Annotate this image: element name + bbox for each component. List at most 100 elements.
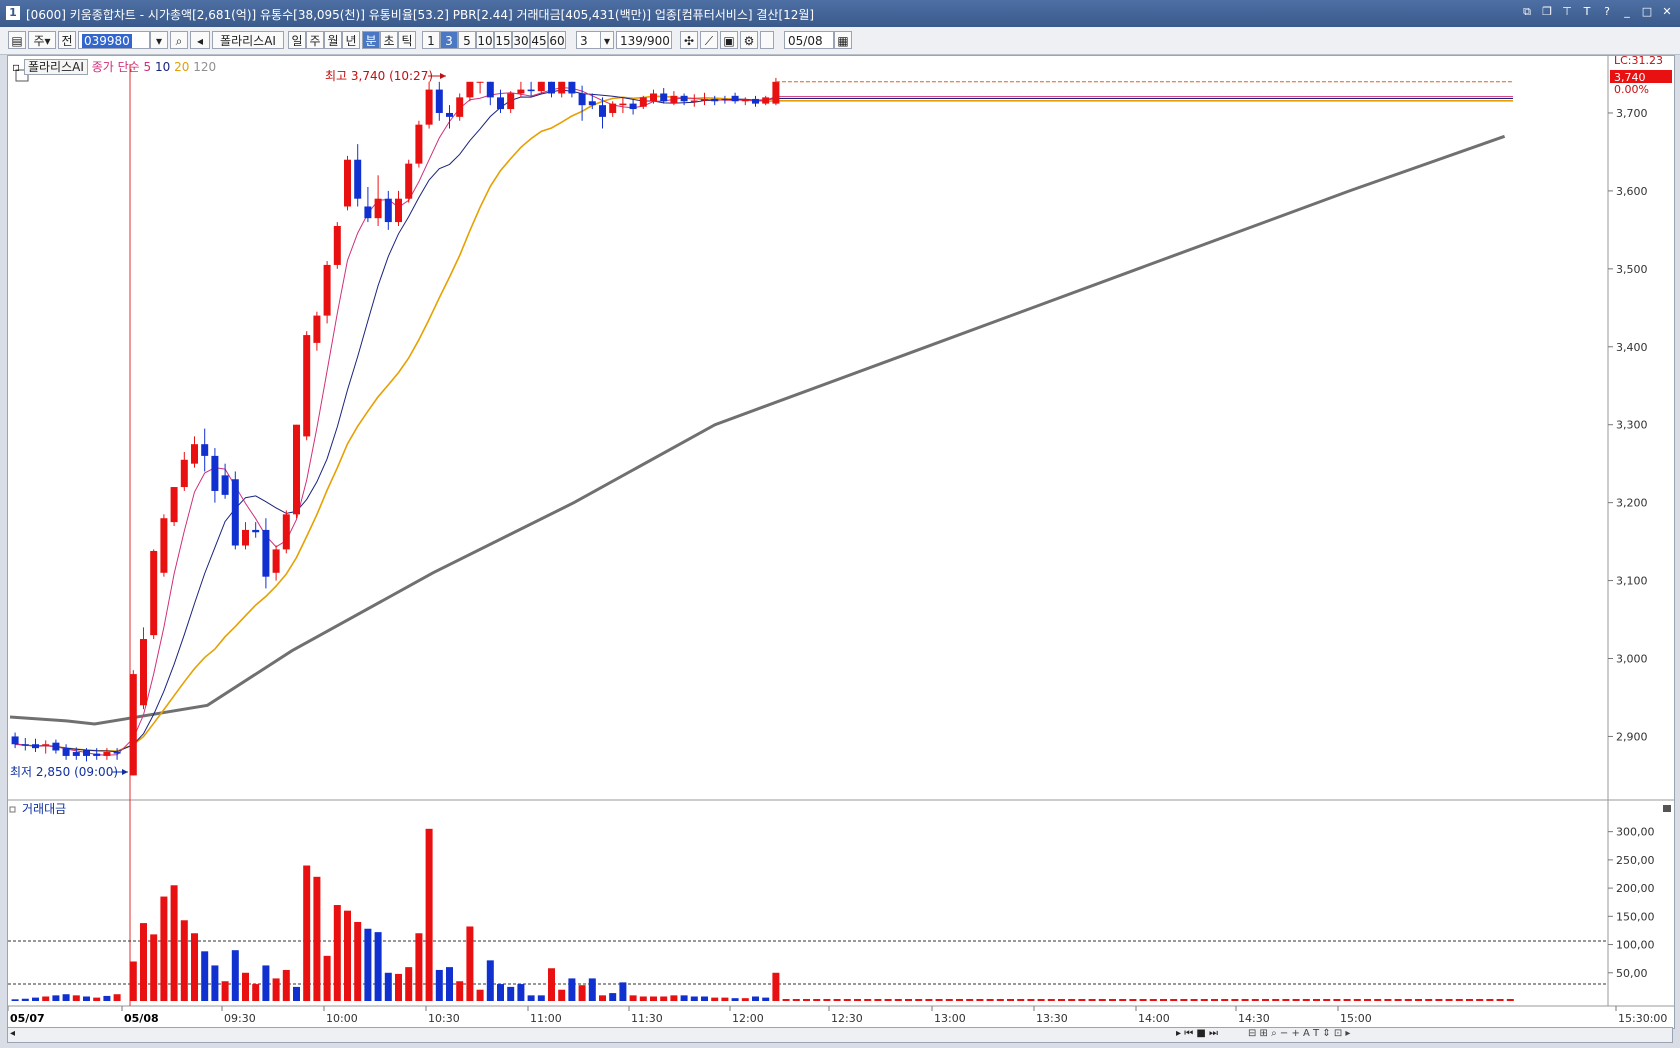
count-total: /900 xyxy=(642,34,670,48)
search-icon[interactable]: ⌕ xyxy=(170,31,188,49)
market-select[interactable]: 주▾ xyxy=(28,31,56,49)
chart-svg[interactable]: 3,700 3,600 3,500 3,400 3,300 3,200 3,100 3,000… xyxy=(7,54,1674,1028)
tab-second[interactable]: 초 xyxy=(380,31,398,49)
volume-bar xyxy=(690,996,698,1001)
prev-button[interactable]: 전 xyxy=(58,31,76,49)
volume-bar-empty xyxy=(1425,999,1433,1001)
candle-body xyxy=(711,98,719,102)
legend-ma-label[interactable]: 종가 단순 xyxy=(92,60,140,74)
volume-bar-empty xyxy=(1098,999,1106,1001)
scroll-left-icon[interactable]: ◂ xyxy=(10,1028,15,1039)
candle-body xyxy=(599,105,606,117)
volume-bar xyxy=(486,960,494,1001)
legend-ma20[interactable]: 20 xyxy=(174,60,189,74)
candle-body xyxy=(731,95,739,102)
date-checkbox[interactable] xyxy=(760,31,774,49)
tab-month[interactable]: 월 xyxy=(324,31,342,49)
font-icon[interactable]: T xyxy=(1580,5,1594,19)
candle-body xyxy=(293,424,300,515)
tab-week[interactable]: 주 xyxy=(306,31,324,49)
interval-5[interactable]: 5 xyxy=(458,31,476,49)
maximize-button[interactable]: □ xyxy=(1640,5,1654,19)
interval-45[interactable]: 45 xyxy=(530,31,548,49)
candle-body xyxy=(517,89,525,94)
volume-bar-empty xyxy=(1027,999,1035,1001)
legend-ma10[interactable]: 10 xyxy=(155,60,170,74)
cascade-icon[interactable]: ❐ xyxy=(1540,5,1554,19)
legend-ma5[interactable]: 5 xyxy=(144,60,152,74)
candle-body xyxy=(52,742,60,751)
legend-stock-name[interactable]: 폴라리스AI xyxy=(23,59,88,75)
legend-ma120[interactable]: 120 xyxy=(193,60,216,74)
volume-bar-empty xyxy=(803,999,810,1001)
interval-1[interactable]: 1 xyxy=(422,31,440,49)
volume-bar-empty xyxy=(1200,999,1208,1001)
time-tick-label: 13:00 xyxy=(934,1012,966,1025)
stock-code-input[interactable]: 039980 xyxy=(78,31,150,49)
volume-bar xyxy=(619,982,627,1001)
close-button[interactable]: ✕ xyxy=(1660,5,1674,19)
interval-3[interactable]: 3 xyxy=(440,31,458,49)
volume-panel-close-icon[interactable] xyxy=(1663,805,1671,812)
play-controls-icon[interactable]: ▸ ⏮ ■ ⏭ xyxy=(1176,1028,1218,1039)
volume-bar-empty xyxy=(986,999,994,1001)
volume-bar xyxy=(354,921,362,1001)
tab-day[interactable]: 일 xyxy=(288,31,306,49)
tab-minute[interactable]: 분 xyxy=(362,31,380,49)
volume-bar-empty xyxy=(1221,999,1229,1001)
candle-body xyxy=(680,95,688,102)
price-tick-label: 3,400 xyxy=(1616,341,1648,354)
volume-bar xyxy=(711,997,719,1001)
window-icon[interactable]: 1 xyxy=(6,6,20,20)
volume-bar-empty xyxy=(864,999,872,1001)
tab-tick[interactable]: 틱 xyxy=(398,31,416,49)
help-icon[interactable]: ? xyxy=(1600,5,1614,19)
volume-bar xyxy=(62,994,70,1001)
count-input[interactable]: 139/900 xyxy=(616,31,672,49)
gear-icon[interactable]: ⚙ xyxy=(740,31,758,49)
candle-body xyxy=(619,103,627,106)
volume-bar xyxy=(568,978,576,1001)
candle-body xyxy=(103,752,111,756)
volume-bar xyxy=(537,995,545,1001)
n-value-dropdown-icon[interactable]: ▾ xyxy=(600,31,614,49)
pin-icon[interactable]: ⊤ xyxy=(1560,5,1574,19)
volume-bar-empty xyxy=(1180,999,1188,1001)
candle-body xyxy=(629,103,637,110)
calendar-icon[interactable]: ▦ xyxy=(834,31,852,49)
change-label: 0.00% xyxy=(1614,83,1649,96)
stock-name-field[interactable]: 폴라리스AI xyxy=(212,31,284,49)
volume-bar xyxy=(180,920,188,1001)
interval-30[interactable]: 30 xyxy=(512,31,530,49)
candle-body xyxy=(568,81,576,94)
volume-bar-empty xyxy=(1323,999,1331,1001)
volume-bar xyxy=(93,997,101,1001)
chart-area[interactable]: 3,700 3,600 3,500 3,400 3,300 3,200 3,100 3,000… xyxy=(7,54,1675,1029)
trend-icon[interactable]: ⟋ xyxy=(700,31,718,49)
volume-bar xyxy=(52,995,60,1001)
interval-15[interactable]: 15 xyxy=(494,31,512,49)
volume-bar-empty xyxy=(935,999,943,1001)
volume-bar xyxy=(517,984,525,1001)
chart-scrollbar[interactable]: ◂ ▸ ⏮ ■ ⏭ ⊟ ⊞ ⌕ − + A T ⇕ ⊡ ▸ xyxy=(7,1027,1673,1043)
tab-year[interactable]: 년 xyxy=(342,31,360,49)
minimize-button[interactable]: _ xyxy=(1620,5,1634,19)
speaker-icon[interactable]: ◂ xyxy=(190,31,210,49)
volume-bar-empty xyxy=(1109,999,1116,1001)
zoom-tools-icon[interactable]: ⊟ ⊞ ⌕ − + A T ⇕ ⊡ ▸ xyxy=(1248,1028,1350,1039)
candle-body xyxy=(701,98,708,101)
volume-bar-empty xyxy=(894,999,902,1001)
volume-bar-empty xyxy=(1374,999,1382,1001)
interval-60[interactable]: 60 xyxy=(548,31,566,49)
interval-10[interactable]: 10 xyxy=(476,31,494,49)
date-input[interactable]: 05/08 xyxy=(784,31,834,49)
code-dropdown-icon[interactable]: ▾ xyxy=(150,31,168,49)
candle-body xyxy=(588,101,596,106)
candle-body xyxy=(93,753,101,756)
save-icon[interactable]: ▣ xyxy=(720,31,738,49)
stock-name-value: 폴라리스AI xyxy=(220,34,276,48)
layout-icon[interactable]: ▤ xyxy=(8,31,26,49)
link-icon[interactable]: ⧉ xyxy=(1520,5,1534,19)
volume-bar xyxy=(660,996,668,1001)
crosshair-icon[interactable]: ✣ xyxy=(680,31,698,49)
